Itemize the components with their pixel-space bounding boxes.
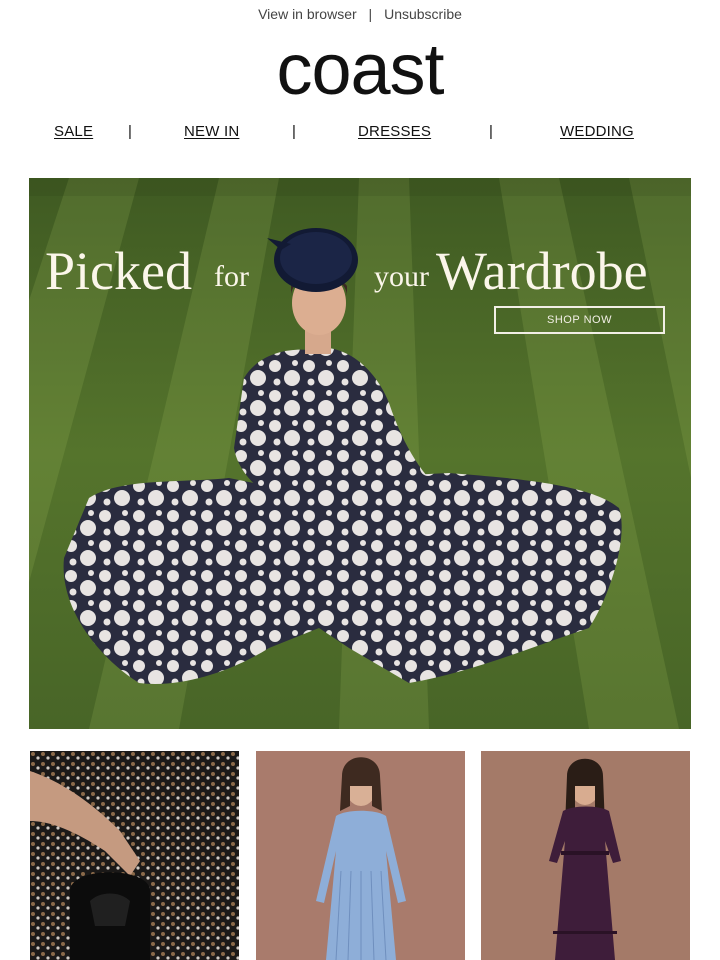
hero-headline-picked: Picked <box>45 241 192 301</box>
nav-item-wedding[interactable]: WEDDING <box>560 123 634 140</box>
product-image-sequin <box>30 751 239 960</box>
product-tile-sequin[interactable] <box>30 751 239 960</box>
preheader-separator: | <box>368 6 373 22</box>
nav-separator: | <box>292 123 296 140</box>
shop-now-button[interactable]: SHOP NOW <box>494 306 665 334</box>
nav-separator: | <box>128 123 132 140</box>
main-nav: SALE | NEW IN | DRESSES | WEDDING <box>0 123 720 143</box>
nav-item-sale[interactable]: SALE <box>54 123 93 140</box>
hero-headline-for: for <box>214 260 249 293</box>
hero-banner[interactable]: Picked for your Wardrobe SHOP NOW <box>29 178 691 729</box>
product-image-purple-dress <box>481 751 690 960</box>
product-tile-purple-dress[interactable] <box>481 751 690 960</box>
nav-item-dresses[interactable]: DRESSES <box>358 123 431 140</box>
nav-separator: | <box>489 123 493 140</box>
nav-item-new-in[interactable]: NEW IN <box>184 123 239 140</box>
product-image-blue-dress <box>256 751 465 960</box>
brand-logo[interactable]: coast <box>0 30 720 110</box>
view-in-browser-link[interactable]: View in browser <box>258 6 357 22</box>
hero-headline-wardrobe: Wardrobe <box>436 241 648 301</box>
product-tile-blue-dress[interactable] <box>256 751 465 960</box>
preheader: View in browser | Unsubscribe <box>0 6 720 22</box>
unsubscribe-link[interactable]: Unsubscribe <box>384 6 462 22</box>
hero-headline-your: your <box>374 260 429 293</box>
